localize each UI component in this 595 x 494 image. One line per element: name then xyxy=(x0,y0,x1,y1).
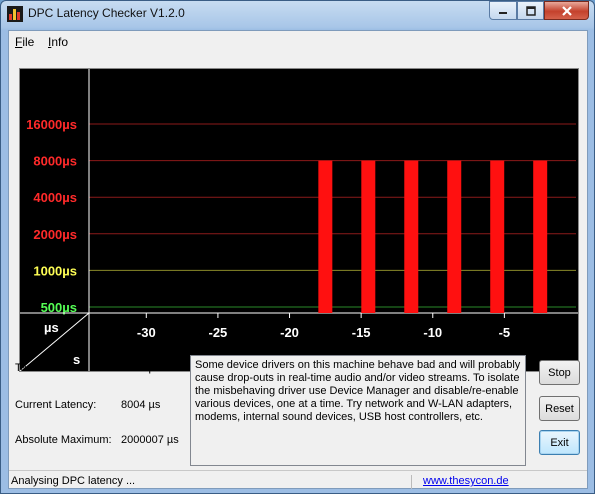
y-tick-label: 4000µs xyxy=(33,190,77,205)
latency-chart: 16000µs 8000µs 4000µs 2000µs 1000µs 500µs µs s -… xyxy=(19,68,579,372)
close-button[interactable] xyxy=(544,1,589,20)
latency-spike-bar xyxy=(533,160,548,313)
test-interval-value: 1000 µs xyxy=(121,362,161,374)
bar-chart-app-icon xyxy=(7,6,23,22)
corner-label-unit: µs xyxy=(44,320,59,335)
absolute-maximum-value: 2000007 µs xyxy=(121,434,179,446)
x-tick-label: -10 xyxy=(423,325,442,340)
reset-button[interactable]: Reset xyxy=(539,396,580,421)
status-text: Analysing DPC latency ... xyxy=(11,475,412,489)
minimize-button[interactable] xyxy=(489,1,517,20)
latency-spike-bar xyxy=(361,160,376,313)
x-tick-label: -5 xyxy=(499,325,511,340)
x-tick-label: -25 xyxy=(209,325,228,340)
x-tick-label: -30 xyxy=(137,325,156,340)
maximize-icon xyxy=(525,5,536,16)
close-icon xyxy=(561,5,572,16)
latency-chart-plot: 16000µs8000µs4000µs2000µs1000µs500µsµss-… xyxy=(20,69,578,371)
client-area: File Info 16000µs 8000µs 4000µs 2000µs 1000µ… xyxy=(8,30,588,489)
latency-spike-bar xyxy=(447,160,462,313)
website-link[interactable]: www.thesycon.de xyxy=(423,475,509,487)
title-bar[interactable]: DPC Latency Checker V1.2.0 xyxy=(1,1,594,29)
y-tick-label: 2000µs xyxy=(33,227,77,242)
menu-info[interactable]: Info xyxy=(48,35,68,49)
absolute-maximum-label: Absolute Maximum: xyxy=(15,434,112,446)
exit-button[interactable]: Exit xyxy=(539,430,580,455)
message-box: Some device drivers on this machine beha… xyxy=(190,355,526,466)
y-tick-label: 1000µs xyxy=(33,263,77,278)
y-tick-label: 16000µs xyxy=(26,117,77,132)
app-window: DPC Latency Checker V1.2.0 File Info 160… xyxy=(0,0,595,494)
current-latency-label: Current Latency: xyxy=(15,399,97,411)
status-bar: Analysing DPC latency ... www.thesycon.d… xyxy=(9,470,587,490)
latency-spike-bar xyxy=(490,160,505,313)
maximize-button[interactable] xyxy=(517,1,544,20)
latency-spike-bar xyxy=(318,160,333,313)
menu-bar: File Info xyxy=(9,31,587,53)
menu-file[interactable]: File xyxy=(15,35,34,49)
window-title: DPC Latency Checker V1.2.0 xyxy=(28,6,185,20)
y-tick-label: 8000µs xyxy=(33,154,77,169)
x-tick-label: -20 xyxy=(280,325,299,340)
minimize-icon xyxy=(499,11,507,14)
stop-button[interactable]: Stop xyxy=(539,360,580,385)
latency-spike-bar xyxy=(404,160,419,313)
test-interval-label: Test Interval: xyxy=(15,362,78,374)
current-latency-value: 8004 µs xyxy=(121,399,161,411)
x-tick-label: -15 xyxy=(352,325,371,340)
